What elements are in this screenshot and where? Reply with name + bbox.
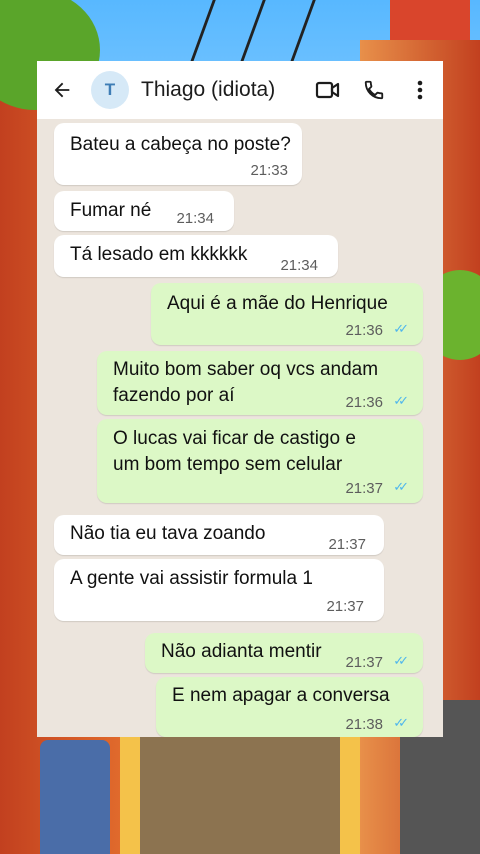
- message-text: Não adianta mentir: [161, 641, 322, 662]
- read-ticks-icon: ✓✓: [393, 715, 409, 730]
- back-button[interactable]: [37, 61, 87, 119]
- contact-name[interactable]: Thiago (idiota): [141, 78, 305, 102]
- message-text: E nem apagar a conversa: [172, 685, 390, 706]
- chat-screenshot: T Thiago (idiota) Bateu a cabeça no post…: [37, 61, 443, 737]
- message-text: Bateu a cabeça no poste?: [70, 134, 291, 155]
- menu-button[interactable]: [397, 61, 443, 119]
- message-time: 21:34: [176, 210, 214, 227]
- video-camera-icon: [315, 81, 340, 99]
- message-text: A gente vai assistir formula 1: [70, 568, 313, 589]
- avatar[interactable]: T: [91, 71, 129, 109]
- message-text: Tá lesado em kkkkkk: [70, 244, 248, 265]
- message-time: 21:37: [345, 480, 383, 497]
- message-outgoing[interactable]: E nem apagar a conversa 21:38 ✓✓: [156, 677, 423, 737]
- message-time: 21:37: [345, 654, 383, 671]
- video-call-button[interactable]: [305, 61, 351, 119]
- message-time: 21:33: [250, 162, 288, 179]
- message-incoming[interactable]: Fumar né 21:34: [54, 191, 234, 231]
- message-time: 21:36: [345, 322, 383, 339]
- message-incoming[interactable]: Bateu a cabeça no poste? 21:33: [54, 123, 302, 185]
- avatar-initial: T: [104, 80, 116, 99]
- message-text: Não tia eu tava zoando: [70, 523, 266, 544]
- message-outgoing[interactable]: O lucas vai ficar de castigo e um bom te…: [97, 419, 423, 503]
- message-outgoing[interactable]: Aqui é a mãe do Henrique 21:36 ✓✓: [151, 283, 423, 345]
- message-time: 21:34: [280, 257, 318, 274]
- message-text-line: O lucas vai ficar de castigo e: [113, 428, 356, 449]
- message-time: 21:38: [345, 716, 383, 733]
- message-outgoing[interactable]: Muito bom saber oq vcs andam fazendo por…: [97, 351, 423, 415]
- message-text: Aqui é a mãe do Henrique: [167, 293, 388, 314]
- message-text: Fumar né: [70, 200, 152, 221]
- read-ticks-icon: ✓✓: [393, 321, 409, 336]
- phone-icon: [364, 80, 384, 100]
- read-ticks-icon: ✓✓: [393, 393, 409, 408]
- chat-header: T Thiago (idiota): [37, 61, 443, 119]
- message-incoming[interactable]: A gente vai assistir formula 1 21:37: [54, 559, 384, 621]
- message-text-line: Muito bom saber oq vcs andam: [113, 359, 379, 380]
- message-text-line: fazendo por aí: [113, 385, 235, 406]
- message-incoming[interactable]: Tá lesado em kkkkkk 21:34: [54, 235, 338, 277]
- message-incoming[interactable]: Não tia eu tava zoando 21:37: [54, 515, 384, 555]
- read-ticks-icon: ✓✓: [393, 479, 409, 494]
- arrow-left-icon: [54, 82, 70, 98]
- message-time: 21:37: [326, 598, 364, 615]
- message-outgoing[interactable]: Não adianta mentir 21:37 ✓✓: [145, 633, 423, 673]
- message-text-line: um bom tempo sem celular: [113, 454, 343, 475]
- read-ticks-icon: ✓✓: [393, 653, 409, 668]
- train: [40, 740, 110, 854]
- message-list: Bateu a cabeça no poste? 21:33 Fumar né …: [37, 119, 443, 737]
- message-time: 21:37: [328, 536, 366, 553]
- voice-call-button[interactable]: [351, 61, 397, 119]
- message-time: 21:36: [345, 394, 383, 411]
- more-vertical-icon: [417, 80, 423, 100]
